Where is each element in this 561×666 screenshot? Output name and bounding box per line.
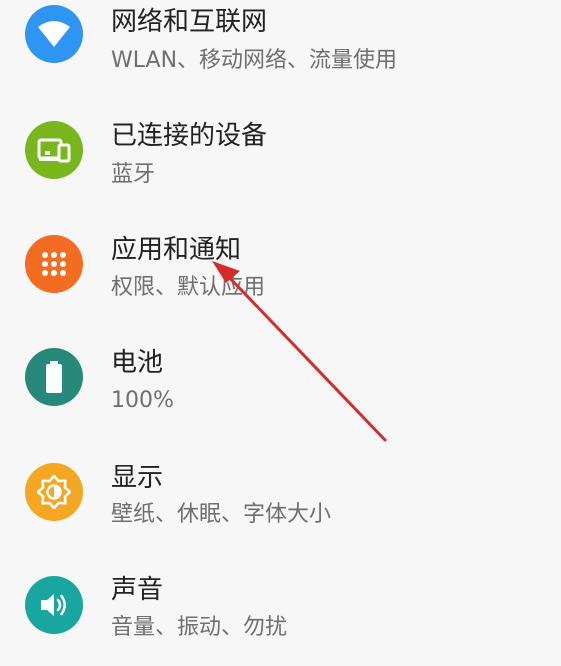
settings-item-connected-devices[interactable]: 已连接的设备 蓝牙 <box>0 100 552 212</box>
apps-grid-icon <box>25 235 83 293</box>
settings-item-subtitle: 蓝牙 <box>111 162 156 187</box>
volume-icon <box>25 576 83 634</box>
wifi-icon <box>25 5 83 63</box>
settings-item-title: 网络和互联网 <box>111 7 268 37</box>
settings-item-subtitle: WLAN、移动网络、流量使用 <box>111 48 398 73</box>
settings-item-subtitle: 音量、振动、勿扰 <box>111 615 288 640</box>
settings-item-title: 显示 <box>111 463 164 493</box>
settings-item-apps[interactable]: 应用和通知 权限、默认应用 <box>0 213 552 325</box>
settings-item-title: 电池 <box>111 348 164 378</box>
settings-item-subtitle: 壁纸、休眠、字体大小 <box>111 502 332 527</box>
settings-item-display[interactable]: 显示 壁纸、休眠、字体大小 <box>0 441 552 553</box>
settings-item-network[interactable]: 网络和互联网 WLAN、移动网络、流量使用 <box>0 0 552 99</box>
settings-item-sound[interactable]: 声音 音量、振动、勿扰 <box>0 554 552 666</box>
settings-item-title: 已连接的设备 <box>111 121 268 151</box>
settings-item-subtitle: 权限、默认应用 <box>111 275 266 300</box>
settings-item-title: 声音 <box>111 575 164 605</box>
battery-icon <box>25 348 83 406</box>
settings-item-battery[interactable]: 电池 100% <box>0 327 552 439</box>
brightness-icon <box>25 463 83 521</box>
settings-item-subtitle: 100% <box>111 388 174 413</box>
settings-item-title: 应用和通知 <box>111 235 242 265</box>
settings-list: 网络和互联网 WLAN、移动网络、流量使用 已连接的设备 蓝牙 应用和通知 权限… <box>0 0 561 640</box>
scroll-edge <box>553 0 561 637</box>
devices-icon <box>25 121 83 179</box>
